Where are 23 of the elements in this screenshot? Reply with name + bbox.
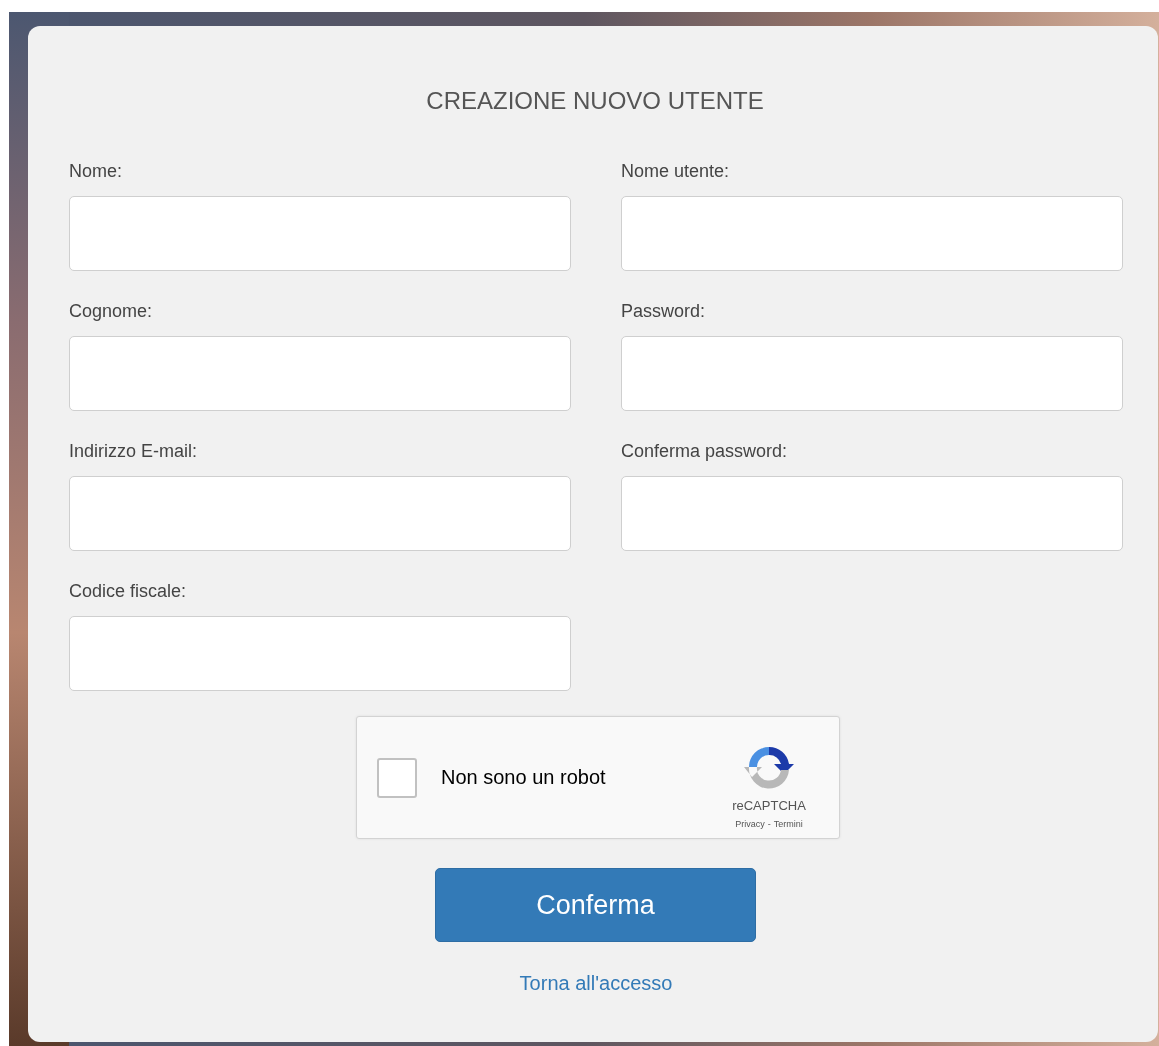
- form-title: CREAZIONE NUOVO UTENTE: [425, 87, 765, 115]
- field-label: Conferma password:: [621, 441, 789, 461]
- input-field[interactable]: [69, 196, 571, 271]
- field-label: Nome utente:: [621, 161, 731, 181]
- back-to-login-link[interactable]: Torna all'accesso: [511, 972, 681, 995]
- field-label: Cognome:: [69, 301, 154, 321]
- field-label: Codice fiscale:: [69, 581, 188, 601]
- captcha-link[interactable]: Termini: [773, 819, 803, 829]
- captcha-link[interactable]: Privacy: [735, 819, 765, 829]
- link-separator: -: [767, 819, 771, 829]
- confirm-button[interactable]: Conferma: [435, 868, 756, 942]
- input-field[interactable]: [621, 196, 1123, 271]
- field-label: Indirizzo E-mail:: [69, 441, 199, 461]
- captcha-checkbox[interactable]: [377, 757, 417, 798]
- field-label: Nome:: [69, 161, 123, 181]
- input-field[interactable]: [69, 616, 571, 691]
- input-field[interactable]: [69, 476, 571, 551]
- captcha-brand: reCAPTCHA: [732, 798, 806, 813]
- input-field[interactable]: [621, 476, 1123, 551]
- field-label: Password:: [621, 301, 707, 321]
- input-field[interactable]: [621, 336, 1123, 411]
- captcha-label: Non sono un robot: [441, 766, 607, 789]
- input-field[interactable]: [69, 336, 571, 411]
